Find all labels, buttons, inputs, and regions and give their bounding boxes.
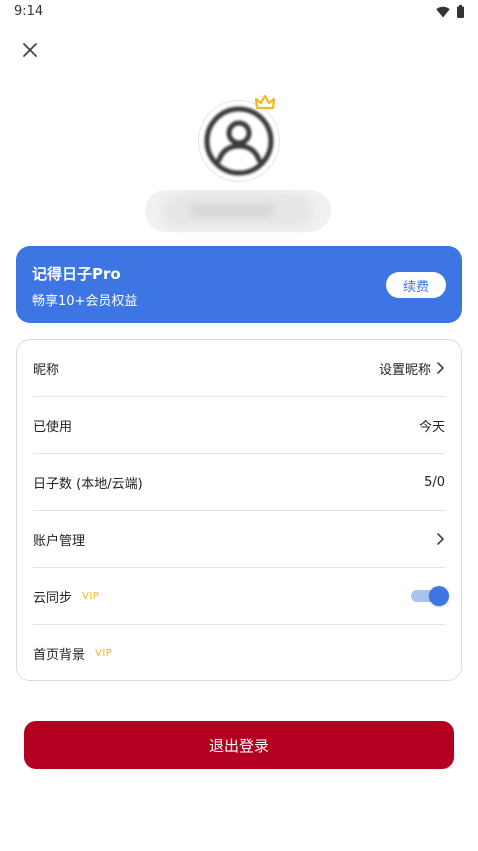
settings-row-used: 已使用 今天	[33, 397, 445, 454]
close-icon	[23, 43, 37, 57]
pro-title: 记得日子Pro	[32, 265, 121, 283]
status-bar: 9:14	[0, 0, 478, 24]
avatar[interactable]	[198, 100, 280, 182]
logout-button[interactable]: 退出登录	[24, 721, 454, 769]
nickname-value: 设置昵称	[378, 362, 431, 378]
home-background-label: 首页背景	[33, 648, 86, 663]
account-label: 账户管理	[33, 533, 86, 549]
nickname-label: 昵称	[33, 362, 60, 378]
settings-row-account[interactable]: 账户管理	[33, 511, 445, 568]
settings-row-cloud-sync: 云同步 VIP	[33, 568, 449, 625]
user-circle-icon	[204, 106, 274, 176]
days-count-value: 5/0	[424, 474, 445, 490]
battery-icon	[457, 5, 464, 18]
used-value: 今天	[418, 419, 445, 435]
home-background-label-group: 首页背景 VIP	[33, 644, 112, 663]
cloud-sync-toggle[interactable]	[411, 586, 449, 606]
chevron-right-icon	[437, 362, 444, 374]
pro-subtitle: 畅享10+会员权益	[32, 294, 138, 309]
settings-list: 昵称 设置昵称 已使用 今天 日子数 (本地/云端) 5/0 账户管理 云同步 …	[16, 339, 462, 681]
settings-row-days-count: 日子数 (本地/云端) 5/0	[33, 454, 445, 511]
avatar-image	[203, 105, 275, 177]
crown-icon	[255, 94, 275, 110]
status-time: 9:14	[14, 4, 44, 19]
account-page: 9:14 记得日子Pro 畅享10+会员权益 续费 昵称 设置昵称 已使用 今天…	[0, 0, 478, 851]
used-label: 已使用	[33, 419, 73, 435]
vip-badge: VIP	[82, 590, 100, 602]
chevron-right-icon	[437, 533, 444, 545]
renew-button[interactable]: 续费	[386, 272, 446, 298]
wifi-icon	[436, 6, 450, 17]
settings-row-home-background[interactable]: 首页背景 VIP	[33, 625, 445, 682]
close-button[interactable]	[18, 38, 42, 62]
pro-membership-card[interactable]: 记得日子Pro 畅享10+会员权益 续费	[16, 246, 462, 323]
nickname-value-group: 设置昵称	[379, 359, 445, 378]
toggle-thumb	[429, 586, 449, 606]
nickname-display	[145, 190, 331, 232]
settings-row-nickname[interactable]: 昵称 设置昵称	[33, 340, 445, 397]
cloud-sync-label-group: 云同步 VIP	[33, 587, 99, 606]
vip-badge: VIP	[95, 648, 113, 659]
status-icons	[436, 5, 464, 18]
days-count-label: 日子数 (本地/云端)	[33, 476, 143, 492]
cloud-sync-label: 云同步	[33, 590, 73, 606]
